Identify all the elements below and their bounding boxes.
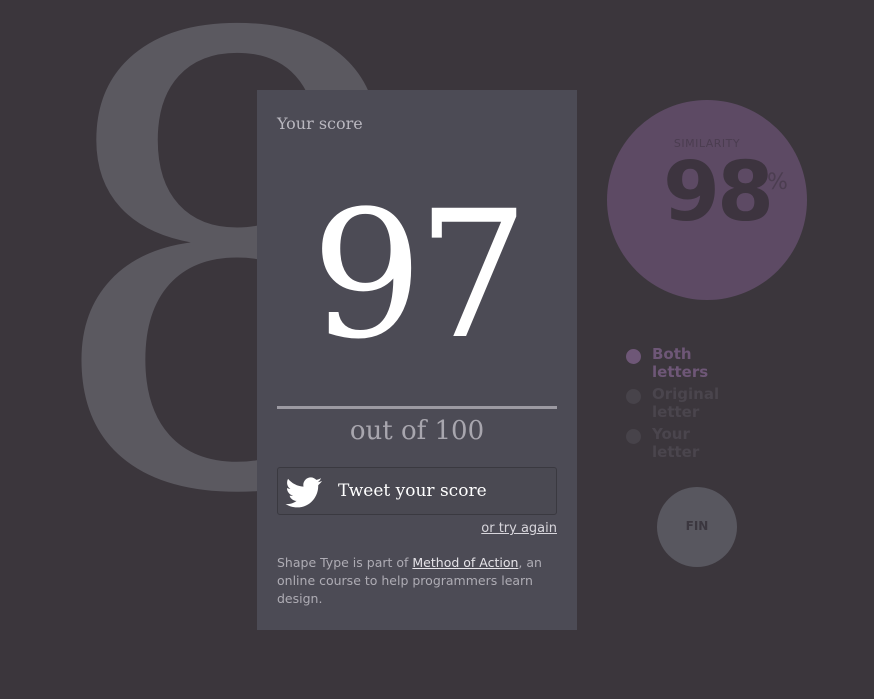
score-out-of: out of 100: [349, 416, 485, 446]
similarity-value: 98: [663, 145, 774, 240]
score-panel: Your score 97 out of 100 Tweet your scor…: [257, 90, 577, 630]
similarity-circle: SIMILARITY 98 %: [607, 100, 807, 300]
try-again-link[interactable]: or try again: [481, 521, 557, 536]
legend-label: Original letter: [652, 385, 720, 421]
radio-dot-icon: [626, 389, 641, 404]
fin-label: FIN: [685, 519, 709, 533]
twitter-bird-icon: [285, 477, 322, 508]
legend-label: Your letter: [652, 425, 700, 461]
radio-dot-icon: [626, 349, 641, 364]
method-of-action-link[interactable]: Method of Action: [412, 555, 518, 570]
footer-prefix: Shape Type is part of: [277, 555, 413, 570]
similarity-percent-sign: %: [767, 170, 788, 195]
tweet-score-label: Tweet your score: [338, 481, 487, 501]
score-title: Your score: [277, 114, 363, 133]
score-value: 97: [311, 173, 529, 378]
tweet-score-button[interactable]: Tweet your score: [277, 467, 557, 515]
legend-label: Both letters: [652, 345, 709, 381]
fin-button[interactable]: FIN: [657, 487, 737, 567]
divider: [277, 406, 557, 409]
radio-dot-icon: [626, 429, 641, 444]
footer-text: Shape Type is part of Method of Action, …: [277, 554, 551, 608]
